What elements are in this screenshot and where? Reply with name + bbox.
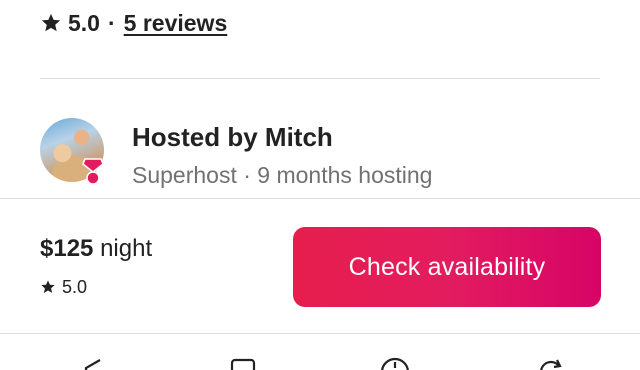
superhost-badge-icon — [82, 158, 104, 186]
host-title: Hosted by Mitch — [132, 122, 333, 152]
share-arrow-icon[interactable] — [78, 354, 108, 370]
host-subtitle: Superhost · 9 months hosting — [132, 162, 433, 188]
star-icon — [40, 12, 62, 34]
compass-icon[interactable] — [380, 354, 410, 370]
rating-row: 5.0 · 5 reviews — [40, 8, 227, 38]
footer-rating-value: 5.0 — [62, 277, 88, 297]
footer-rating: 5.0 — [40, 275, 87, 299]
bookmark-icon[interactable] — [228, 354, 258, 370]
price-amount: $125 — [40, 235, 94, 262]
rating-value: 5.0 — [68, 10, 100, 36]
reviews-link[interactable]: 5 reviews — [124, 8, 228, 38]
refresh-icon[interactable] — [535, 354, 565, 370]
section-divider — [40, 78, 600, 79]
price-line[interactable]: $125 night — [40, 233, 152, 265]
listing-page: 5.0 · 5 reviews Hosted by Mitch Superhos… — [0, 0, 640, 370]
star-icon — [40, 279, 56, 295]
rating-separator: · — [107, 10, 116, 36]
price-unit: night — [100, 235, 153, 262]
booking-footer: $125 night 5.0 Check availability — [0, 198, 640, 334]
check-availability-button[interactable]: Check availability — [293, 227, 601, 307]
bottom-nav — [0, 336, 640, 370]
